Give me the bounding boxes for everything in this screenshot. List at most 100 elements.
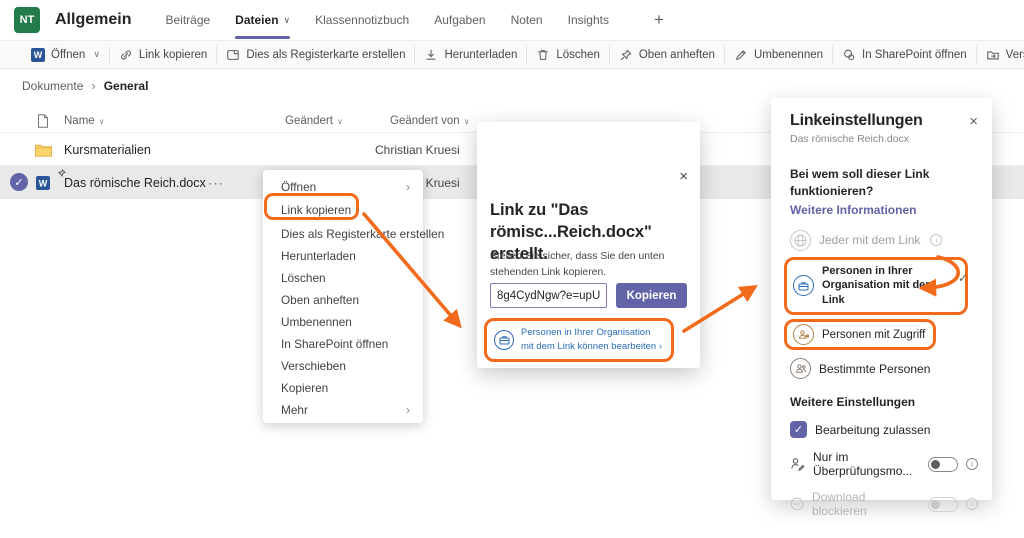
- dialog-note: Stellen Sie sicher, dass Sie den unten s…: [490, 249, 688, 281]
- panel-question: Bei wem soll dieser Link funktionieren?: [790, 166, 950, 200]
- tab-dateien[interactable]: Dateien∨: [235, 0, 290, 40]
- open-button[interactable]: W Öffnen ∨: [22, 46, 109, 64]
- copy-link-confirm-button[interactable]: Kopieren: [616, 283, 687, 308]
- rename-icon: [734, 48, 748, 62]
- column-header-name[interactable]: Name∨: [64, 115, 105, 127]
- link-scope-note[interactable]: Personen in Ihrer Organisation mit dem L…: [484, 318, 674, 362]
- channel-tabs: Beiträge Dateien∨ Klassennotizbuch Aufga…: [165, 0, 663, 40]
- svg-text:W: W: [39, 178, 48, 188]
- column-header-modified-by[interactable]: Geändert von∨: [390, 115, 470, 127]
- link-url-input[interactable]: [490, 283, 607, 308]
- learn-more-link[interactable]: Weitere Informationen: [790, 203, 978, 217]
- option-specific-people[interactable]: Bestimmte Personen: [790, 358, 978, 379]
- move-button[interactable]: Verschieben: [976, 46, 1024, 64]
- people-lock-icon: [793, 324, 814, 345]
- teams-files-screen: NT Allgemein Beiträge Dateien∨ Klassenno…: [0, 0, 1024, 538]
- menu-item-mehr[interactable]: Mehr›: [263, 399, 423, 421]
- trash-icon: [536, 48, 550, 62]
- chevron-down-icon: ∨: [337, 117, 343, 126]
- option-people-in-organization[interactable]: Personen in Ihrer Organisation mit dem L…: [784, 257, 968, 316]
- chevron-down-icon: ∨: [99, 117, 105, 126]
- file-name[interactable]: Kursmaterialien: [64, 143, 151, 157]
- column-header-modified[interactable]: Geändert∨: [285, 115, 343, 127]
- setting-review-mode: Nur im Überprüfungsmo... i: [790, 450, 978, 478]
- menu-item-oeffnen[interactable]: Öffnen›: [263, 176, 423, 198]
- channel-title: Allgemein: [55, 11, 131, 29]
- chevron-right-icon: ›: [406, 399, 410, 421]
- organization-icon: [793, 275, 814, 296]
- tab-beitraege[interactable]: Beiträge: [165, 0, 210, 40]
- block-icon: [790, 497, 804, 511]
- close-icon[interactable]: ×: [679, 168, 688, 185]
- menu-item-verschieben[interactable]: Verschieben: [263, 355, 423, 377]
- chevron-down-icon: ∨: [464, 117, 470, 126]
- setting-block-download: Download blockieren i: [790, 490, 978, 518]
- more-settings-title: Weitere Einstellungen: [790, 395, 978, 409]
- block-download-toggle[interactable]: [928, 497, 958, 512]
- row-selected-checkbox[interactable]: ✓: [10, 173, 28, 191]
- copy-link-button[interactable]: Link kopieren: [109, 46, 216, 64]
- link-created-dialog: × Link zu "Das römisc...Reich.docx" erst…: [477, 122, 700, 368]
- make-tab-button[interactable]: Dies als Registerkarte erstellen: [216, 46, 414, 64]
- people-icon: [790, 358, 811, 379]
- word-icon: W: [31, 48, 45, 62]
- menu-item-registerkarte[interactable]: Dies als Registerkarte erstellen: [263, 223, 423, 245]
- link-icon: [119, 48, 133, 62]
- menu-item-kopieren[interactable]: Kopieren: [263, 377, 423, 399]
- sharepoint-icon: [842, 48, 856, 62]
- tab-noten[interactable]: Noten: [511, 0, 543, 40]
- option-anyone-with-link[interactable]: Jeder mit dem Link i: [790, 230, 978, 251]
- tab-klassennotizbuch[interactable]: Klassennotizbuch: [315, 0, 409, 40]
- organization-icon: [494, 330, 514, 350]
- document-icon: [37, 114, 49, 128]
- info-icon: i: [966, 458, 978, 470]
- move-icon: [986, 48, 1000, 62]
- row-more-actions-button[interactable]: ···: [208, 175, 224, 190]
- menu-item-herunterladen[interactable]: Herunterladen: [263, 245, 423, 267]
- globe-icon: [790, 230, 811, 251]
- menu-item-loeschen[interactable]: Löschen: [263, 267, 423, 289]
- link-settings-panel: Linkeinstellungen × Das römische Reich.d…: [771, 98, 992, 500]
- close-icon[interactable]: ×: [969, 113, 978, 130]
- selected-check-icon: ✓: [958, 271, 968, 285]
- download-icon: [424, 48, 438, 62]
- file-context-menu: Öffnen› Link kopieren Dies als Registerk…: [263, 170, 423, 423]
- add-tab-button[interactable]: +: [654, 10, 664, 30]
- menu-item-umbenennen[interactable]: Umbenennen: [263, 311, 423, 333]
- breadcrumb-current: General: [104, 79, 149, 93]
- person-edit-icon: [790, 457, 805, 471]
- link-scope-text: Personen in Ihrer Organisation mit dem L…: [521, 326, 664, 354]
- tab-icon: [226, 48, 240, 62]
- team-avatar[interactable]: NT: [14, 7, 40, 33]
- breadcrumb: Dokumente › General: [22, 78, 148, 93]
- panel-title: Linkeinstellungen: [790, 112, 923, 130]
- menu-item-link-kopieren[interactable]: Link kopieren: [263, 198, 423, 223]
- allow-editing-checkbox[interactable]: ✓: [790, 421, 807, 438]
- pin-icon: [619, 48, 633, 62]
- file-name[interactable]: Das römische Reich.docx: [64, 176, 206, 190]
- option-people-with-access[interactable]: Personen mit Zugriff: [784, 319, 936, 350]
- doc-type-column-icon: [37, 114, 49, 128]
- chevron-down-icon: ∨: [93, 49, 100, 60]
- rename-button[interactable]: Umbenennen: [724, 46, 832, 64]
- chevron-right-icon: ›: [406, 176, 410, 198]
- setting-allow-editing: ✓ Bearbeitung zulassen: [790, 421, 978, 438]
- download-button[interactable]: Herunterladen: [414, 46, 526, 64]
- modified-by: Christian Kruesi: [375, 143, 460, 157]
- pin-to-top-button[interactable]: Oben anheften: [609, 46, 724, 64]
- chevron-right-icon: ›: [91, 78, 95, 93]
- review-mode-toggle[interactable]: [928, 457, 958, 472]
- files-command-bar: W Öffnen ∨ Link kopieren Dies als Regist…: [0, 40, 1024, 69]
- info-icon: i: [966, 498, 978, 510]
- panel-file-name: Das römische Reich.docx: [790, 133, 978, 145]
- tab-aufgaben[interactable]: Aufgaben: [434, 0, 485, 40]
- menu-item-oben-anheften[interactable]: Oben anheften: [263, 289, 423, 311]
- folder-icon: [35, 143, 52, 157]
- channel-header: NT Allgemein Beiträge Dateien∨ Klassenno…: [0, 0, 1024, 40]
- menu-item-sharepoint[interactable]: In SharePoint öffnen: [263, 333, 423, 355]
- open-in-sharepoint-button[interactable]: In SharePoint öffnen: [832, 46, 976, 64]
- delete-button[interactable]: Löschen: [526, 46, 608, 64]
- tab-insights[interactable]: Insights: [568, 0, 609, 40]
- info-icon: i: [930, 234, 942, 246]
- breadcrumb-root[interactable]: Dokumente: [22, 79, 83, 93]
